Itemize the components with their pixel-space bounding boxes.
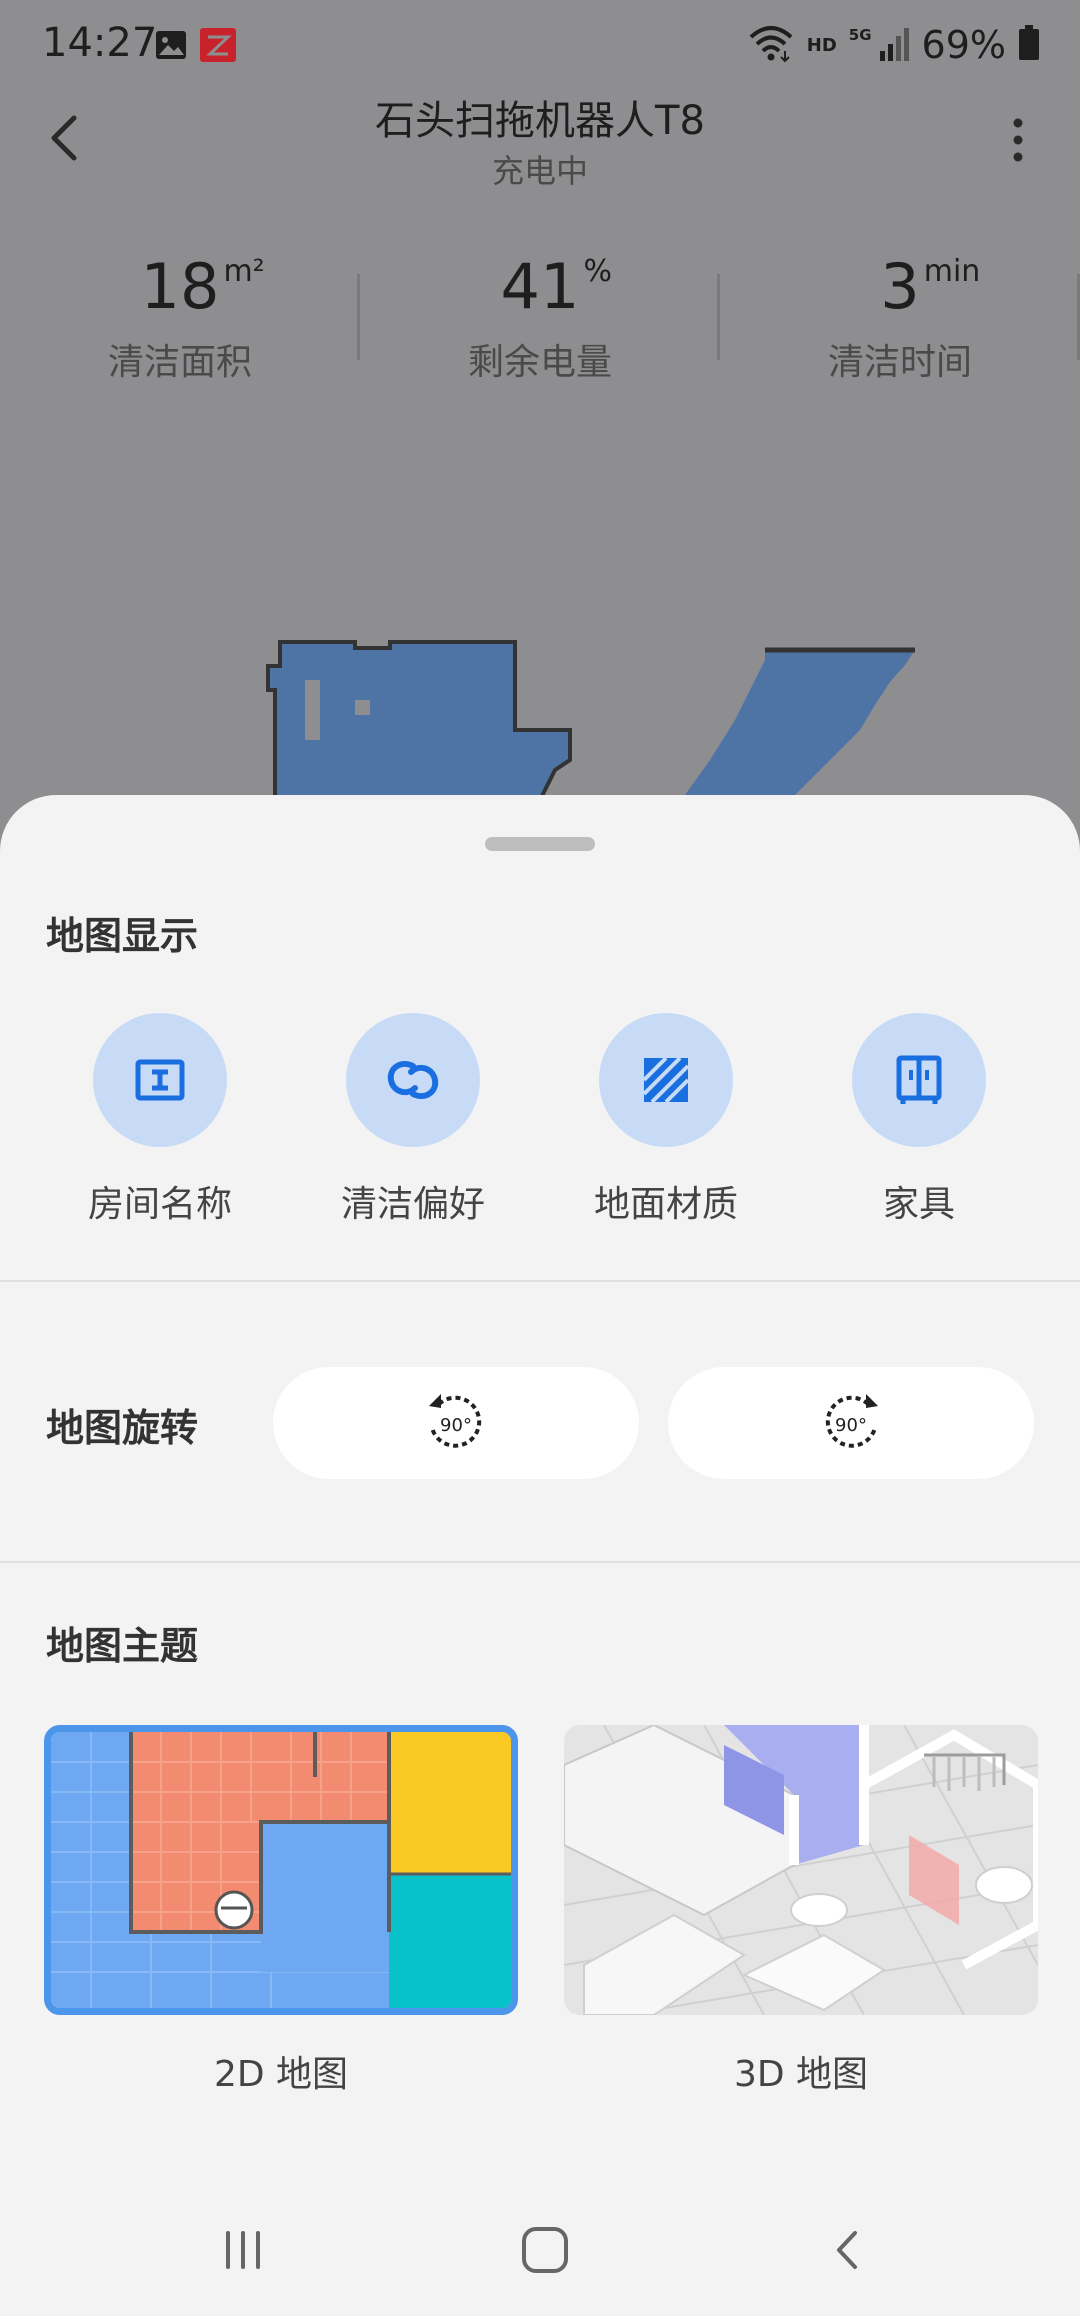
option-label: 清洁偏好 [340,1184,485,1225]
device-status: 充电中 [491,152,588,190]
stat-unit: min [923,254,981,289]
signal-icon [879,25,910,65]
gallery-notification-icon [154,28,188,62]
stat-clean-time: 3 min 清洁时间 [750,250,1050,385]
map-settings-sheet: 地图显示 房间名称 清洁偏好 地面材质 家具 地图旋转 90° 90° 地图主题… [0,795,1080,2316]
stat-value: 3 min [880,250,981,323]
app-header: 石头扫拖机器人T8 充电中 [0,80,1080,200]
svg-text:90°: 90° [440,1415,472,1436]
status-bar: 14:27 HD 5G 69% [0,0,1080,92]
stat-label: 清洁面积 [107,342,252,383]
room-name-option[interactable]: 房间名称 [50,1013,270,1227]
wifi-icon [747,23,795,67]
stat-unit: % [583,254,612,289]
cleaning-stats: 18 m² 清洁面积 41% 剩余电量 3 min 清洁时间 [0,250,1080,400]
battery-percent: 69% [921,23,1006,67]
hd-indicator: HD [806,34,837,56]
clean-preference-option[interactable]: 清洁偏好 [303,1013,523,1227]
stat-clean-area: 18 m² 清洁面积 [30,250,330,385]
theme-3d-card[interactable] [564,1725,1038,2015]
status-indicators: HD 5G 69% [747,20,1040,70]
theme-2d-preview [51,1732,511,2008]
theme-2d-label: 2D 地图 [213,2054,349,2095]
theme-2d-card[interactable] [44,1725,518,2015]
cleaning-map[interactable] [0,620,1080,822]
rotate-right-icon: 90° [825,1394,878,1448]
option-label: 地面材质 [593,1184,738,1225]
map-rotate-title: 地图旋转 [46,1406,199,1450]
recent-apps-icon [226,2231,260,2269]
stat-divider [717,274,720,360]
stat-value: 41% [500,250,612,323]
option-label: 房间名称 [87,1184,232,1225]
map-theme-title: 地图主题 [46,1624,199,1668]
room-name-icon [93,1013,227,1147]
home-icon [522,2227,568,2273]
home-button[interactable] [505,2210,585,2290]
stat-divider [357,274,360,360]
clean-preference-icon [346,1013,480,1147]
recent-apps-button[interactable] [203,2210,283,2290]
floor-material-icon [599,1013,733,1147]
status-time: 14:27 [42,20,158,66]
rotate-left-icon: 90° [429,1394,482,1448]
battery-icon [1018,25,1040,65]
5g-indicator: 5G [848,26,872,44]
app-notification-icon [200,28,236,62]
map-display-title: 地图显示 [46,914,199,958]
more-options-button[interactable] [996,110,1040,170]
system-nav-bar [0,2180,1080,2316]
map-display-options: 房间名称 清洁偏好 地面材质 家具 [0,1013,1080,1233]
option-label: 家具 [882,1184,955,1225]
stat-label: 剩余电量 [467,342,612,383]
back-arrow-icon [837,2231,857,2269]
stat-label: 清洁时间 [827,342,972,383]
rotate-clockwise-button[interactable]: 90° [668,1367,1034,1479]
furniture-icon [852,1013,986,1147]
drag-handle[interactable] [485,837,595,851]
floor-material-option[interactable]: 地面材质 [556,1013,776,1227]
theme-3d-label: 3D 地图 [733,2054,869,2095]
stat-value: 18 m² [140,250,265,323]
svg-text:90°: 90° [835,1415,867,1436]
back-nav-button[interactable] [808,2210,888,2290]
rotate-counterclockwise-button[interactable]: 90° [273,1367,639,1479]
section-divider [0,1280,1080,1282]
theme-3d-preview [564,1725,1038,2015]
stat-unit: m² [223,254,265,289]
section-divider [0,1561,1080,1563]
stat-battery: 41% 剩余电量 [390,250,690,385]
page-title: 石头扫拖机器人T8 [375,98,705,144]
more-vertical-icon [1013,118,1023,162]
furniture-option[interactable]: 家具 [809,1013,1029,1227]
